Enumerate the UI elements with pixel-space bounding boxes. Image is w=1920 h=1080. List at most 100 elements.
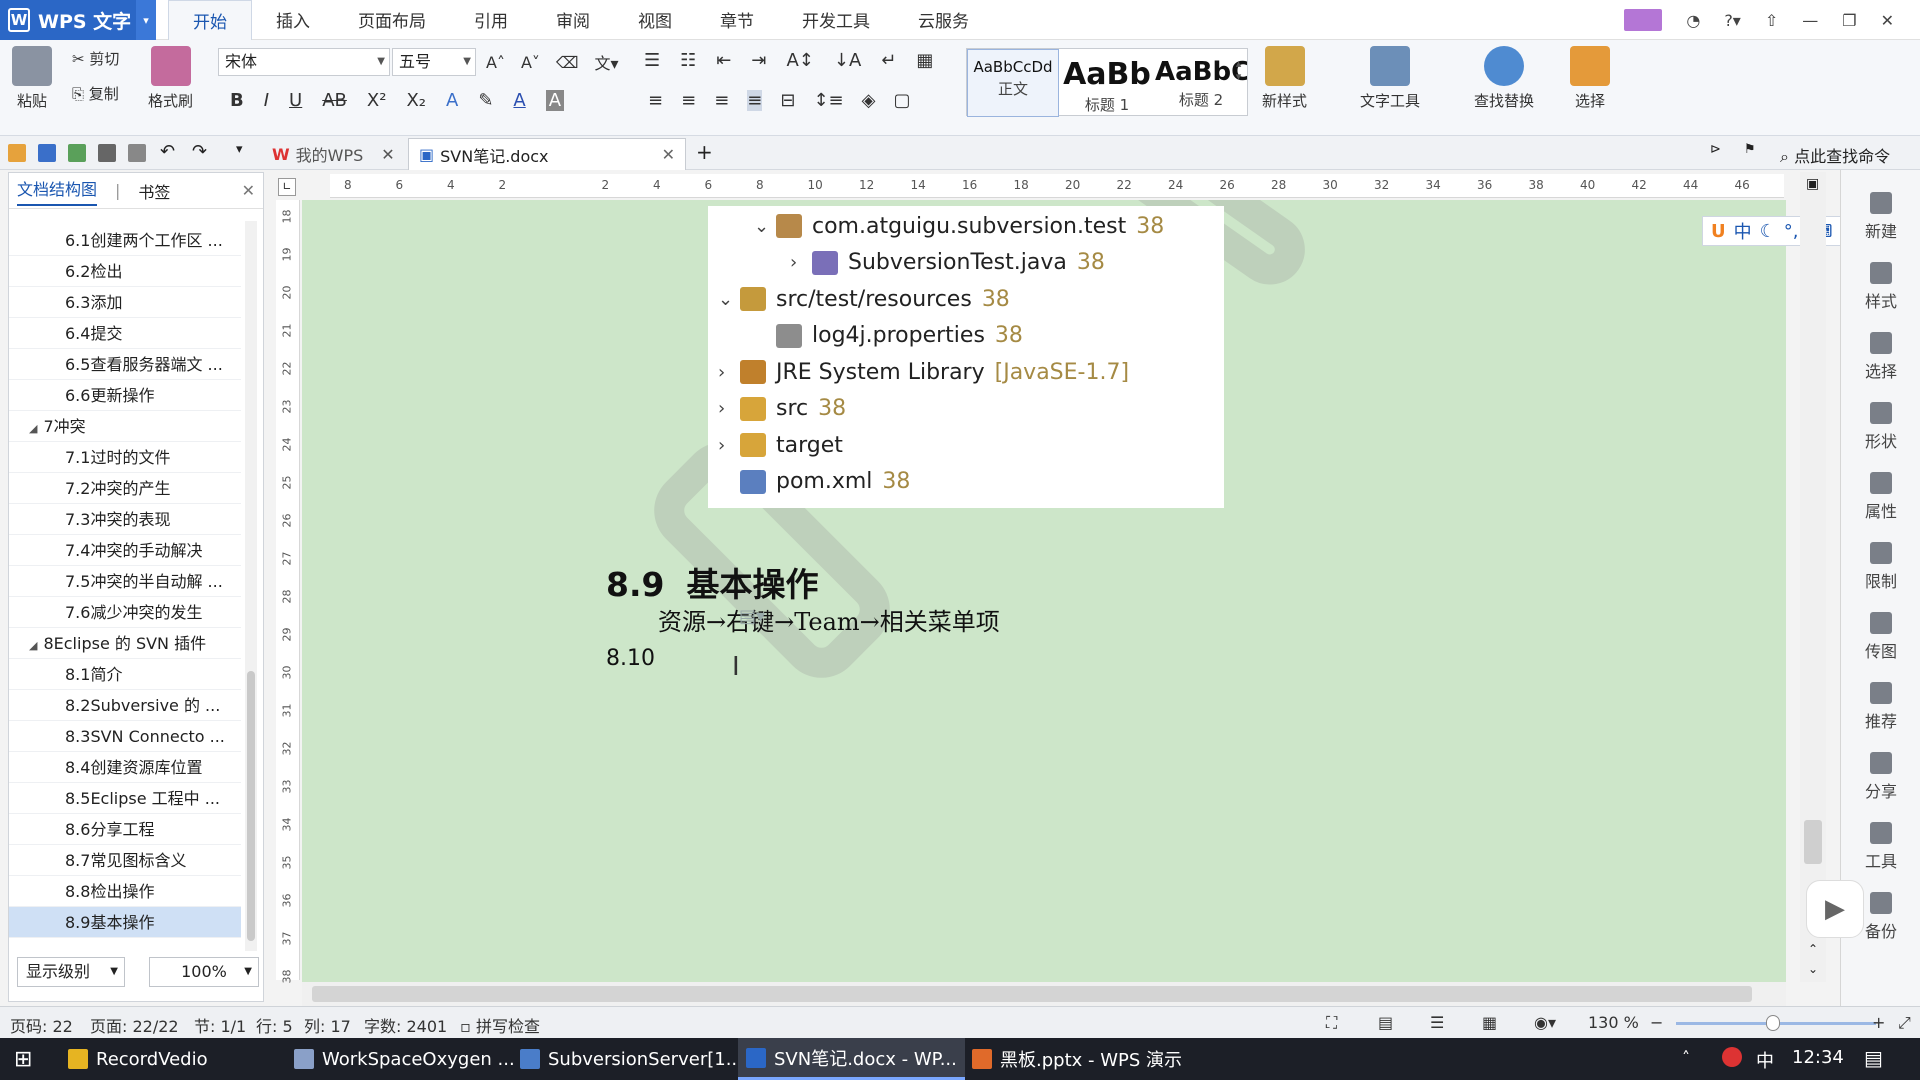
outline-item[interactable]: 7.5冲突的半自动解 ... (9, 566, 241, 597)
chevron-down-icon[interactable]: ▾ (236, 142, 254, 160)
superscript-icon[interactable]: X² (367, 90, 387, 111)
line-spacing-icon[interactable]: ↕≡ (813, 90, 843, 111)
taskbar-item[interactable]: WorkSpaceOxygen ... (286, 1038, 523, 1080)
outline-item[interactable]: 8.3SVN Connecto ... (9, 721, 241, 752)
status-page[interactable]: 页面: 22/22 (90, 1013, 179, 1037)
char-shading-icon[interactable]: A (545, 90, 565, 111)
menu-4[interactable]: 审阅 (532, 0, 614, 40)
print-icon[interactable] (98, 144, 116, 162)
page[interactable]: ⌄ com.atguigu.subversion.test 38 › Subversio… (302, 200, 1786, 982)
menu-7[interactable]: 开发工具 (778, 0, 894, 40)
outline-item[interactable]: 7.6减少冲突的发生 (9, 597, 241, 628)
avatar[interactable] (1624, 9, 1663, 31)
outline-item[interactable]: 7.4冲突的手动解决 (9, 535, 241, 566)
outline-item[interactable]: 6.2检出 (9, 256, 241, 287)
outline-item[interactable]: 7.3冲突的表现 (9, 504, 241, 535)
tree-row[interactable]: log4j.properties 38 (754, 318, 1023, 354)
moon-icon[interactable]: ☾ (1760, 221, 1776, 242)
paste-button[interactable]: 粘贴 (12, 46, 52, 111)
zoom-slider-handle[interactable] (1766, 1015, 1780, 1031)
number-list-icon[interactable]: ☷ (680, 50, 696, 71)
expand-triangle-icon[interactable]: ◢ (29, 422, 37, 435)
maximize-icon[interactable]: ❐ (1842, 11, 1856, 30)
task-pane-item[interactable]: 传图 (1841, 612, 1920, 662)
highlight-icon[interactable]: ✎ (478, 90, 493, 111)
help-icon[interactable]: ?▾ (1724, 11, 1741, 30)
text-effect-icon[interactable]: A (446, 90, 458, 111)
tray-app-icon[interactable] (1722, 1047, 1742, 1067)
outline-item[interactable]: 8.8检出操作 (9, 876, 241, 907)
tab-outline[interactable]: 文档结构图 (17, 176, 98, 206)
fullscreen-icon[interactable]: ⛶ (1326, 1013, 1337, 1033)
justify-icon[interactable]: ≡ (747, 90, 763, 111)
outline-item[interactable]: 7.2冲突的产生 (9, 473, 241, 504)
pin-icon[interactable]: ⊳ (1710, 142, 1728, 160)
status-word-count[interactable]: 字数: 2401 (364, 1013, 447, 1037)
menu-3[interactable]: 引用 (450, 0, 532, 40)
align-center-icon[interactable]: ≡ (681, 90, 696, 111)
style-0[interactable]: AaBbCcDd 正文 (967, 49, 1059, 117)
chevron-right-icon[interactable]: › (790, 252, 812, 273)
taskbar-item[interactable]: SubversionServer[1... (512, 1038, 751, 1080)
font-color-icon[interactable]: A (513, 90, 525, 111)
web-view-icon[interactable]: ▦ (1482, 1013, 1497, 1032)
close-icon[interactable]: ✕ (1881, 11, 1894, 30)
task-pane-item[interactable]: 分享 (1841, 752, 1920, 802)
tree-row[interactable]: › JRE System Library [JavaSE-1.7] (718, 354, 1129, 390)
format-painter-button[interactable]: 格式刷 (148, 46, 193, 111)
style-1[interactable]: AaBb 标题 1 (1061, 49, 1153, 117)
clock[interactable]: 12:34 (1792, 1047, 1844, 1068)
menu-1[interactable]: 插入 (252, 0, 334, 40)
outline-view-icon[interactable]: ☰ (1430, 1013, 1444, 1032)
align-left-icon[interactable]: ≡ (648, 90, 663, 111)
page-view-icon[interactable]: ▤ (1378, 1013, 1393, 1032)
style-gallery-scroll[interactable]: ▴▾ (1232, 57, 1245, 83)
outline-item[interactable]: 8.6分享工程 (9, 814, 241, 845)
outline-item[interactable]: 6.4提交 (9, 318, 241, 349)
text-tools-button[interactable]: 文字工具 (1360, 46, 1420, 111)
shrink-font-icon[interactable]: A˅ (521, 53, 540, 72)
font-size-select[interactable]: 五号 ▼ (392, 48, 476, 76)
taskbar-item[interactable]: SVN笔记.docx - WP... (738, 1038, 965, 1080)
tab-my-wps[interactable]: W 我的WPS ✕ (262, 138, 405, 170)
new-tab-icon[interactable]: + (696, 140, 714, 164)
tree-row[interactable]: ⌄ com.atguigu.subversion.test 38 (754, 208, 1164, 244)
zoom-level[interactable]: 130 % (1588, 1013, 1639, 1032)
outline-item[interactable]: 6.3添加 (9, 287, 241, 318)
font-name-select[interactable]: 宋体 ▼ (218, 48, 390, 76)
chevron-down-icon[interactable]: ▾ (136, 0, 156, 40)
align-right-icon[interactable]: ≡ (714, 90, 729, 111)
shading-icon[interactable]: ◈ (862, 90, 876, 111)
save-icon[interactable] (38, 144, 56, 162)
document-area[interactable]: ⌄ com.atguigu.subversion.test 38 › Subversio… (302, 200, 1786, 982)
taskbar-item[interactable]: 黑板.pptx - WPS 演示 (964, 1038, 1190, 1080)
notification-icon[interactable]: ▤ (1864, 1046, 1883, 1070)
task-pane-item[interactable]: 选择 (1841, 332, 1920, 382)
sort-icon[interactable]: ↓A (834, 50, 861, 71)
decrease-indent-icon[interactable]: ⇤ (716, 50, 731, 71)
outline-item[interactable]: 8.2Subversive 的 ... (9, 690, 241, 721)
status-page-code[interactable]: 页码: 22 (10, 1013, 73, 1037)
tree-row[interactable]: ⌄ src/test/resources 38 (718, 281, 1010, 317)
increase-indent-icon[interactable]: ⇥ (751, 50, 766, 71)
outline-item[interactable]: 8.5Eclipse 工程中 ... (9, 783, 241, 814)
status-section[interactable]: 节: 1/1 (194, 1013, 246, 1037)
outline-item[interactable]: 8.4创建资源库位置 (9, 752, 241, 783)
document-horizontal-scrollbar[interactable] (302, 982, 1786, 1006)
chevron-right-icon[interactable]: › (718, 398, 740, 419)
phonetic-icon[interactable]: 文▾ (595, 50, 619, 74)
task-pane-item[interactable]: 样式 (1841, 262, 1920, 312)
level-select[interactable]: 显示级别 ▼ (17, 957, 125, 987)
close-tab-icon[interactable]: ✕ (662, 145, 675, 164)
export-icon[interactable] (68, 144, 86, 162)
outline-item[interactable]: 8.9基本操作 (9, 907, 241, 938)
bold-icon[interactable]: B (230, 90, 244, 111)
border-icon[interactable]: ▢ (893, 90, 910, 111)
tree-row[interactable]: pom.xml 38 (718, 464, 910, 500)
outline-item[interactable]: ◢ 8Eclipse 的 SVN 插件 (9, 628, 241, 659)
task-pane-item[interactable]: 新建 (1841, 192, 1920, 242)
close-panel-icon[interactable]: ✕ (242, 181, 255, 200)
open-icon[interactable] (8, 144, 26, 162)
status-col[interactable]: 列: 17 (304, 1013, 351, 1037)
document-vertical-scrollbar[interactable]: ▣ ⌃ ⌄ (1800, 172, 1826, 982)
